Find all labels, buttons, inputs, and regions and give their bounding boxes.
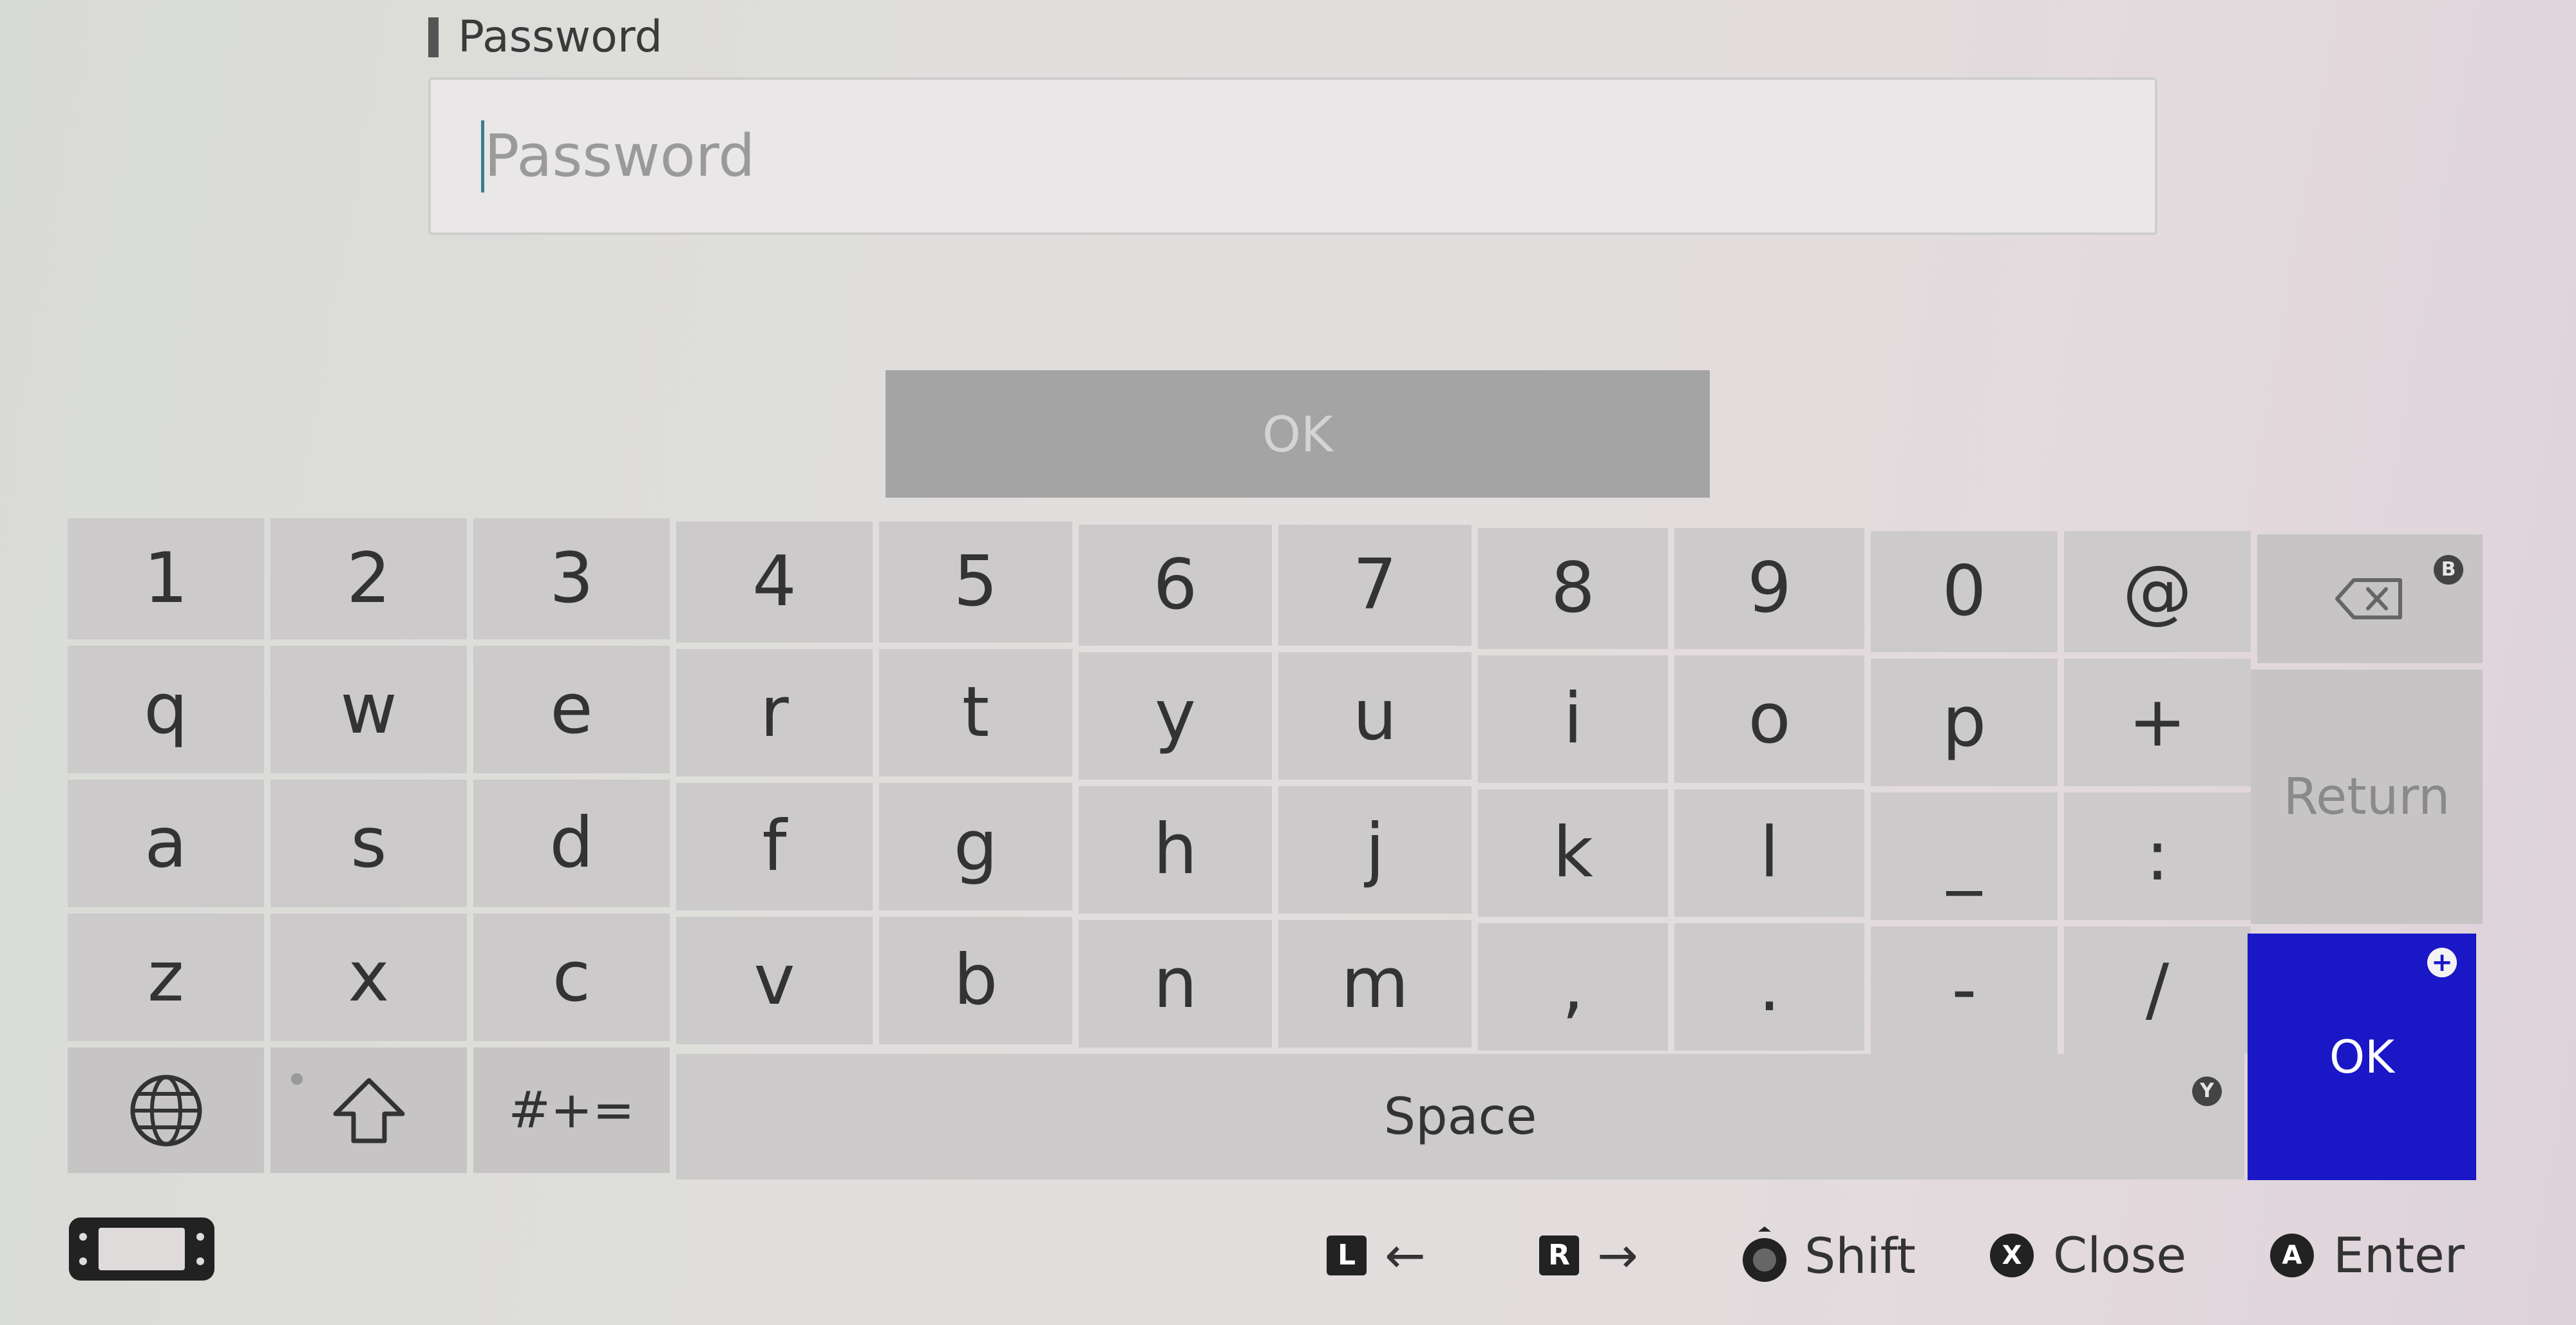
- key-b[interactable]: b: [879, 917, 1072, 1044]
- key-1[interactable]: 1: [68, 518, 264, 639]
- key-m[interactable]: m: [1278, 920, 1472, 1048]
- l-button-icon: L: [1327, 1235, 1367, 1275]
- key-hyphen[interactable]: -: [1871, 926, 2058, 1054]
- key-x[interactable]: x: [270, 914, 467, 1041]
- return-key[interactable]: Return: [2251, 670, 2483, 924]
- r-button-icon: R: [1539, 1235, 1579, 1275]
- key-o[interactable]: o: [1674, 655, 1864, 783]
- shift-arrow-icon: [333, 1078, 404, 1143]
- l-hint: L ←: [1327, 1226, 1426, 1284]
- left-arrow-label: ←: [1385, 1226, 1426, 1284]
- close-hint[interactable]: X Close: [1990, 1226, 2186, 1284]
- backspace-key[interactable]: B: [2257, 534, 2483, 663]
- key-p[interactable]: p: [1871, 659, 2058, 786]
- key-g[interactable]: g: [879, 783, 1072, 910]
- key-y[interactable]: y: [1079, 652, 1272, 780]
- software-keyboard-screen: Password Password OK 1 2 3 4 5 6 7 8 9 0…: [0, 0, 2576, 1325]
- enter-hint[interactable]: A Enter: [2270, 1226, 2465, 1284]
- key-z[interactable]: z: [68, 914, 264, 1041]
- key-colon[interactable]: :: [2064, 793, 2251, 920]
- key-k[interactable]: k: [1478, 789, 1668, 917]
- key-c[interactable]: c: [473, 914, 670, 1041]
- globe-icon: [130, 1075, 202, 1146]
- language-key[interactable]: [68, 1048, 264, 1173]
- symbols-key[interactable]: #+=: [473, 1048, 670, 1173]
- key-v[interactable]: v: [676, 917, 873, 1044]
- b-button-badge: B: [2434, 555, 2463, 585]
- key-5[interactable]: 5: [879, 522, 1072, 643]
- key-j[interactable]: j: [1278, 786, 1472, 914]
- key-comma[interactable]: ,: [1478, 923, 1668, 1051]
- key-l[interactable]: l: [1674, 789, 1864, 917]
- close-hint-label: Close: [2053, 1226, 2187, 1284]
- key-d[interactable]: d: [473, 780, 670, 907]
- space-label: Space: [1383, 1087, 1537, 1146]
- backspace-icon: [2335, 578, 2402, 619]
- key-4[interactable]: 4: [676, 522, 873, 643]
- keyboard: 1 2 3 4 5 6 7 8 9 0 @ B q w e r t y u i …: [0, 0, 2576, 1325]
- key-7[interactable]: 7: [1278, 525, 1472, 646]
- key-r[interactable]: r: [676, 649, 873, 776]
- shift-indicator-dot: [291, 1073, 303, 1085]
- footer-hints: L ← R → Shift X Close A Enter: [0, 1191, 2576, 1325]
- key-e[interactable]: e: [473, 646, 670, 773]
- key-underscore[interactable]: _: [1871, 793, 2058, 920]
- x-button-icon: X: [1990, 1233, 2034, 1277]
- left-stick-icon: [1743, 1226, 1786, 1282]
- key-period[interactable]: .: [1674, 923, 1864, 1051]
- keyboard-ok-label: OK: [2329, 1030, 2394, 1084]
- key-t[interactable]: t: [879, 649, 1072, 776]
- r-hint: R →: [1539, 1226, 1638, 1284]
- key-3[interactable]: 3: [473, 518, 670, 639]
- key-h[interactable]: h: [1079, 786, 1272, 914]
- key-at[interactable]: @: [2064, 531, 2251, 652]
- key-q[interactable]: q: [68, 646, 264, 773]
- plus-button-badge: +: [2427, 948, 2457, 977]
- key-plus[interactable]: +: [2064, 659, 2251, 786]
- key-f[interactable]: f: [676, 783, 873, 910]
- enter-hint-label: Enter: [2333, 1226, 2465, 1284]
- key-2[interactable]: 2: [270, 518, 467, 639]
- keyboard-ok-key[interactable]: OK +: [2248, 934, 2476, 1180]
- right-arrow-label: →: [1597, 1226, 1638, 1284]
- key-n[interactable]: n: [1079, 920, 1272, 1048]
- key-u[interactable]: u: [1278, 652, 1472, 780]
- space-key[interactable]: Space Y: [676, 1054, 2244, 1179]
- y-button-badge: Y: [2192, 1076, 2222, 1106]
- key-s[interactable]: s: [270, 780, 467, 907]
- key-i[interactable]: i: [1478, 655, 1668, 783]
- a-button-icon: A: [2270, 1233, 2314, 1277]
- key-a[interactable]: a: [68, 780, 264, 907]
- handheld-console-icon: [69, 1217, 214, 1281]
- key-6[interactable]: 6: [1079, 525, 1272, 646]
- key-0[interactable]: 0: [1871, 531, 2058, 652]
- key-8[interactable]: 8: [1478, 528, 1668, 649]
- key-9[interactable]: 9: [1674, 528, 1864, 649]
- shift-key[interactable]: [270, 1048, 467, 1173]
- key-w[interactable]: w: [270, 646, 467, 773]
- shift-hint-label: Shift: [1804, 1226, 1916, 1284]
- shift-hint: Shift: [1739, 1226, 1916, 1284]
- key-slash[interactable]: /: [2064, 926, 2251, 1054]
